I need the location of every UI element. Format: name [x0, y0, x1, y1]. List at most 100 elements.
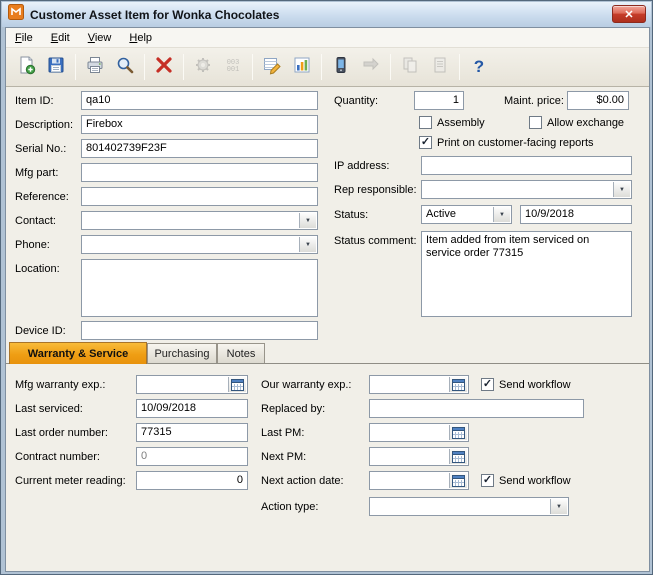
send-workflow-warranty-checkbox[interactable]: ✓ — [481, 378, 494, 391]
current-meter-reading-field[interactable]: 0 — [136, 471, 248, 490]
new-record-icon — [16, 55, 36, 80]
toolbar-separator — [75, 54, 76, 80]
assembly-checkbox[interactable] — [419, 116, 432, 129]
bar-chart-icon — [292, 55, 312, 80]
chevron-down-icon[interactable]: ▼ — [613, 182, 630, 197]
assembly-label: Assembly — [437, 117, 485, 129]
menu-help[interactable]: Help — [120, 29, 161, 47]
print-button[interactable] — [80, 52, 110, 82]
last-order-number-label: Last order number: — [15, 427, 108, 439]
chevron-down-icon[interactable]: ▼ — [493, 207, 510, 222]
ip-address-field[interactable] — [421, 156, 632, 175]
description-field[interactable]: Firebox — [81, 115, 318, 134]
transfer-arrow-icon — [361, 55, 381, 80]
rep-responsible-combobox[interactable]: ▼ — [421, 180, 632, 199]
chevron-down-icon[interactable]: ▼ — [299, 237, 316, 252]
contract-number-label: Contract number: — [15, 451, 100, 463]
rep-responsible-label: Rep responsible: — [334, 184, 417, 196]
last-pm-label: Last PM: — [261, 427, 305, 439]
schedule-button[interactable] — [287, 52, 317, 82]
equipment-button[interactable] — [326, 52, 356, 82]
item-id-label: Item ID: — [15, 95, 54, 107]
search-button[interactable] — [110, 52, 140, 82]
reference-field[interactable] — [81, 187, 318, 206]
next-pm-label: Next PM: — [261, 451, 307, 463]
status-date-field[interactable]: 10/9/2018 — [520, 205, 632, 224]
mfg-warranty-exp-field[interactable] — [136, 375, 248, 394]
phone-combobox[interactable]: ▼ — [81, 235, 318, 254]
notes-button — [425, 52, 455, 82]
ip-address-label: IP address: — [334, 160, 390, 172]
device-id-label: Device ID: — [15, 325, 66, 337]
next-pm-field[interactable] — [369, 447, 469, 466]
contact-label: Contact: — [15, 215, 56, 227]
chevron-down-icon[interactable]: ▼ — [299, 213, 316, 228]
description-label: Description: — [15, 119, 74, 131]
send-workflow-action-label: Send workflow — [499, 475, 571, 487]
edit-chart-icon — [262, 55, 282, 80]
contact-combobox[interactable]: ▼ — [81, 211, 318, 230]
new-record-button[interactable] — [11, 52, 41, 82]
edit-chart-button[interactable] — [257, 52, 287, 82]
menu-view[interactable]: View — [79, 29, 121, 47]
mfg-part-label: Mfg part: — [15, 167, 59, 179]
contract-number-field[interactable]: 0 — [136, 447, 248, 466]
our-warranty-exp-field[interactable] — [369, 375, 469, 394]
title-bar: Customer Asset Item for Wonka Chocolates — [2, 2, 651, 27]
last-serviced-field[interactable]: 10/09/2018 — [136, 399, 248, 418]
calendar-icon[interactable] — [449, 377, 467, 392]
save-button[interactable] — [41, 52, 71, 82]
help-button[interactable]: ? — [464, 52, 494, 82]
our-warranty-exp-label: Our warranty exp.: — [261, 379, 352, 391]
send-workflow-warranty-label: Send workflow — [499, 379, 571, 391]
menu-bar: File Edit View Help — [6, 28, 649, 48]
replaced-by-field[interactable] — [369, 399, 584, 418]
allow-exchange-checkbox[interactable] — [529, 116, 542, 129]
print-reports-checkbox[interactable]: ✓ — [419, 136, 432, 149]
status-label: Status: — [334, 209, 369, 221]
status-comment-field[interactable]: Item added from item serviced on service… — [421, 231, 632, 317]
action-type-combobox[interactable]: ▼ — [369, 497, 569, 516]
device-icon — [331, 55, 351, 80]
menu-edit[interactable]: Edit — [42, 29, 79, 47]
menu-file[interactable]: File — [6, 29, 42, 47]
delete-icon — [154, 55, 174, 80]
print-icon — [85, 55, 105, 80]
tab-warranty-service[interactable]: Warranty & Service — [9, 342, 147, 364]
chevron-down-icon[interactable]: ▼ — [550, 499, 567, 514]
tab-notes[interactable]: Notes — [217, 343, 265, 363]
quantity-field[interactable]: 1 — [414, 91, 464, 110]
calendar-icon[interactable] — [449, 449, 467, 464]
serial-no-label: Serial No.: — [15, 143, 67, 155]
close-icon: ✕ — [624, 8, 634, 21]
location-field[interactable] — [81, 259, 318, 317]
item-id-field[interactable]: qa10 — [81, 91, 318, 110]
next-action-date-field[interactable] — [369, 471, 469, 490]
last-serviced-label: Last serviced: — [15, 403, 83, 415]
delete-button[interactable] — [149, 52, 179, 82]
send-workflow-action-checkbox[interactable]: ✓ — [481, 474, 494, 487]
serial-no-field[interactable]: 801402739F23F — [81, 139, 318, 158]
gear-icon — [193, 55, 213, 80]
window-title: Customer Asset Item for Wonka Chocolates — [30, 7, 280, 22]
toolbar-separator — [183, 54, 184, 80]
search-icon — [115, 55, 135, 80]
status-combobox[interactable]: Active ▼ — [421, 205, 512, 224]
tab-purchasing[interactable]: Purchasing — [147, 343, 217, 363]
device-id-field[interactable] — [81, 321, 318, 340]
phone-label: Phone: — [15, 239, 50, 251]
status-comment-label: Status comment: — [334, 235, 417, 247]
app-icon — [8, 4, 24, 25]
last-pm-field[interactable] — [369, 423, 469, 442]
help-icon: ? — [473, 57, 485, 76]
toolbar-separator — [459, 54, 460, 80]
maint-price-label: Maint. price: — [504, 95, 564, 107]
calendar-icon[interactable] — [228, 377, 246, 392]
mfg-part-field[interactable] — [81, 163, 318, 182]
close-button[interactable]: ✕ — [612, 5, 646, 23]
maint-price-field[interactable]: $0.00 — [567, 91, 629, 110]
serial-numbers-icon: 003 001 — [226, 59, 240, 74]
last-order-number-field[interactable]: 77315 — [136, 423, 248, 442]
calendar-icon[interactable] — [449, 473, 467, 488]
calendar-icon[interactable] — [449, 425, 467, 440]
